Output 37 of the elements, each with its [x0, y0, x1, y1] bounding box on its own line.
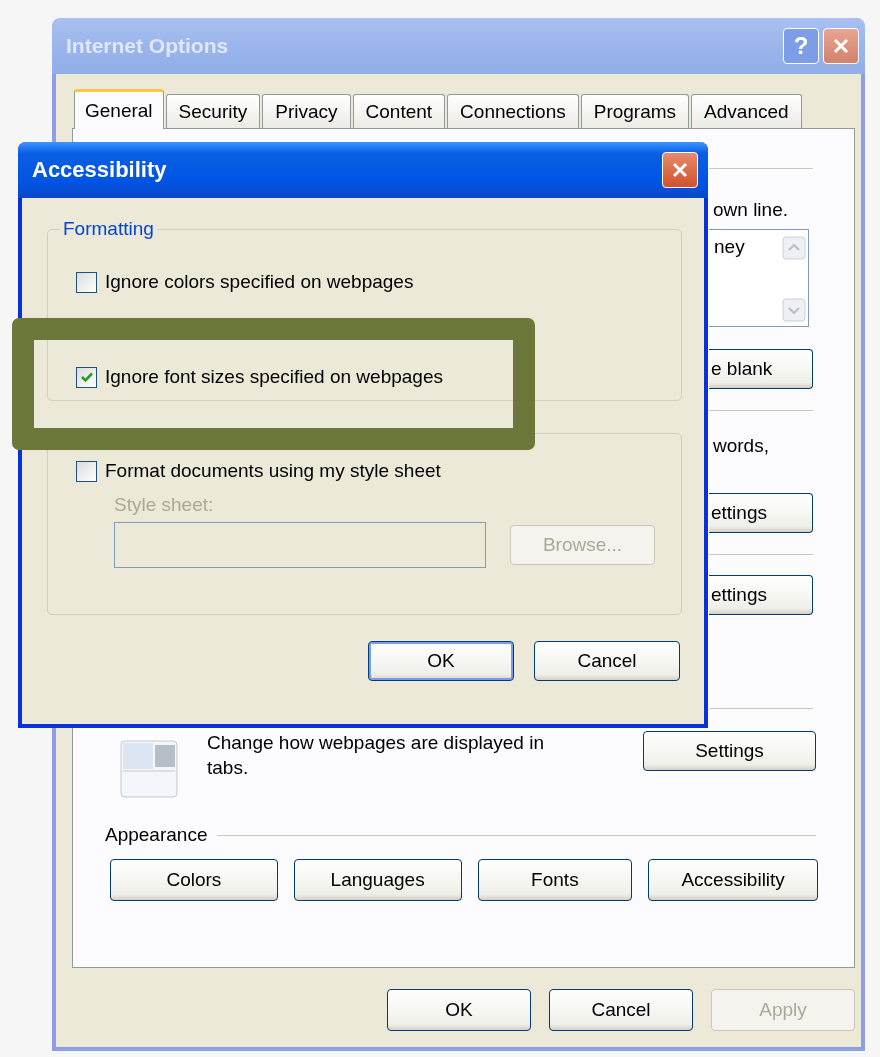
list-text: ney	[714, 236, 745, 259]
appearance-button[interactable]: Colors	[110, 859, 278, 901]
checkbox-label: Ignore font sizes specified on webpages	[105, 366, 443, 388]
close-button[interactable]	[662, 152, 698, 188]
checkbox-label: Ignore colors specified on webpages	[105, 271, 414, 293]
tab[interactable]: General	[74, 89, 164, 129]
checkbox[interactable]	[76, 366, 97, 388]
tabs-icon	[119, 739, 179, 799]
description-text: words,	[713, 435, 769, 457]
dialog-button[interactable]: OK	[387, 989, 531, 1031]
checkbox-label: Format documents using my style sheet	[105, 460, 441, 482]
close-icon	[831, 36, 851, 56]
settings-button[interactable]: Settings	[643, 731, 816, 771]
tab[interactable]: Content	[352, 94, 446, 128]
appearance-button[interactable]: Accessibility	[648, 859, 818, 901]
tab[interactable]: Advanced	[691, 94, 802, 128]
dialog-title: Accessibility	[32, 157, 168, 183]
checkbox[interactable]	[76, 271, 97, 293]
dialog-button[interactable]: Cancel	[549, 989, 693, 1031]
dialog-button[interactable]: Cancel	[534, 641, 680, 681]
dialog-button[interactable]: OK	[368, 641, 514, 681]
settings-button[interactable]: e blank	[709, 349, 813, 389]
settings-button[interactable]: ettings	[709, 493, 813, 533]
tab[interactable]: Security	[165, 94, 261, 128]
description-text: own line.	[713, 199, 788, 221]
close-icon	[670, 160, 690, 180]
field-label: Style sheet:	[114, 494, 215, 516]
tab[interactable]: Programs	[580, 94, 690, 128]
description-text: Change how webpages are displayed in tabs.	[207, 731, 545, 780]
section-heading: Appearance	[105, 824, 208, 846]
appearance-button[interactable]: Fonts	[477, 859, 633, 901]
settings-button[interactable]: ettings	[709, 575, 813, 615]
appearance-button[interactable]: Languages	[293, 859, 462, 901]
window-title: Internet Options	[66, 34, 230, 58]
group-label: Formatting	[62, 218, 155, 240]
tab[interactable]: Privacy	[262, 94, 351, 128]
tab[interactable]: Connections	[447, 94, 579, 128]
